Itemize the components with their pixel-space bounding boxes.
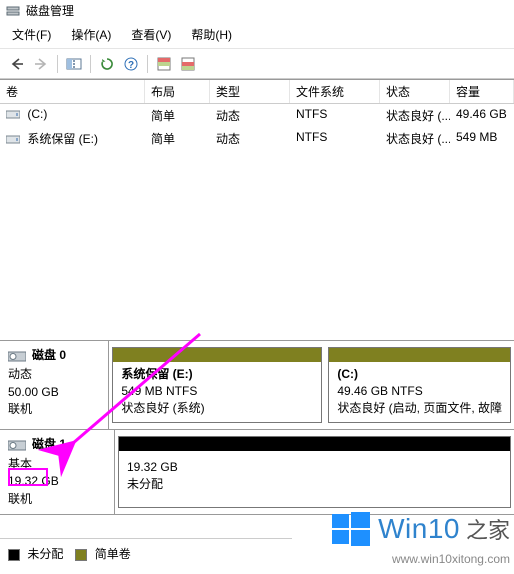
disk-graphic-area: 磁盘 0 动态 50.00 GB 联机 系统保留 (E:) 549 MB NTF… xyxy=(0,340,514,515)
volume-name: (C:) xyxy=(27,107,47,121)
watermark-url: www.win10xitong.com xyxy=(330,552,510,566)
refresh-button[interactable] xyxy=(96,53,118,74)
partition-stripe xyxy=(113,348,321,362)
legend-item: 未分配 xyxy=(8,545,63,562)
view-top-button[interactable] xyxy=(153,53,175,74)
volume-list: (C:) 简单 动态 NTFS 状态良好 (... 49.46 GB 系统保留 … xyxy=(0,104,514,340)
disk-mgmt-icon xyxy=(6,4,20,18)
disk-partitions: 19.32 GB 未分配 xyxy=(115,430,514,514)
drive-icon xyxy=(6,134,20,146)
back-button[interactable] xyxy=(6,53,28,74)
disk-size: 19.32 GB xyxy=(8,473,106,490)
partition-state: 未分配 xyxy=(127,476,502,493)
windows-logo-icon xyxy=(330,508,372,550)
disk-status: 联机 xyxy=(8,401,100,418)
disk-row: 磁盘 1 基本 19.32 GB 联机 19.32 GB 未分配 xyxy=(0,430,514,515)
disk-status: 联机 xyxy=(8,491,106,508)
svg-text:?: ? xyxy=(128,60,134,71)
legend: 未分配 简单卷 xyxy=(0,538,292,568)
toolbar-sep xyxy=(147,55,148,73)
watermark: Win10 之家 www.win10xitong.com xyxy=(330,508,510,566)
disk-info[interactable]: 磁盘 0 动态 50.00 GB 联机 xyxy=(0,341,109,429)
disk-label: 磁盘 1 xyxy=(32,436,66,453)
volume-cap: 549 MB xyxy=(450,127,514,150)
volume-cap: 49.46 GB xyxy=(450,104,514,127)
disk-size: 50.00 GB xyxy=(8,384,100,401)
volume-row[interactable]: 系统保留 (E:) 简单 动态 NTFS 状态良好 (... 549 MB xyxy=(0,127,514,150)
col-type[interactable]: 类型 xyxy=(210,80,290,103)
volume-fs: NTFS xyxy=(290,127,380,150)
watermark-text-1: Win10 xyxy=(378,513,460,545)
partition[interactable]: 系统保留 (E:) 549 MB NTFS 状态良好 (系统) xyxy=(112,347,322,423)
volume-row[interactable]: (C:) 简单 动态 NTFS 状态良好 (... 49.46 GB xyxy=(0,104,514,127)
partition-size: 49.46 GB NTFS xyxy=(337,383,502,400)
view-bottom-button[interactable] xyxy=(177,53,199,74)
disk-info[interactable]: 磁盘 1 基本 19.32 GB 联机 xyxy=(0,430,115,514)
disk-label: 磁盘 0 xyxy=(32,347,66,364)
partition-title: 系统保留 (E:) xyxy=(121,367,192,381)
legend-label: 未分配 xyxy=(27,547,63,561)
volume-state: 状态良好 (... xyxy=(380,104,450,127)
show-console-tree-button[interactable] xyxy=(63,53,85,74)
volume-type: 动态 xyxy=(210,104,290,127)
partition-size: 19.32 GB xyxy=(127,459,502,476)
swatch-unalloc xyxy=(8,549,20,561)
disk-type: 动态 xyxy=(8,366,100,383)
titlebar: 磁盘管理 xyxy=(0,0,514,23)
legend-item: 简单卷 xyxy=(75,545,130,562)
menu-help[interactable]: 帮助(H) xyxy=(187,25,236,44)
menubar: 文件(F) 操作(A) 查看(V) 帮助(H) xyxy=(0,23,514,48)
partition-unalloc[interactable]: 19.32 GB 未分配 xyxy=(118,436,511,508)
volume-list-empty xyxy=(0,150,514,340)
menu-file[interactable]: 文件(F) xyxy=(8,25,55,44)
volume-state: 状态良好 (... xyxy=(380,127,450,150)
partition-stripe xyxy=(329,348,510,362)
toolbar-sep xyxy=(90,55,91,73)
toolbar: ? xyxy=(0,48,514,79)
partition-state: 状态良好 (系统) xyxy=(121,400,313,417)
toolbar-sep xyxy=(57,55,58,73)
hdd-icon xyxy=(8,438,26,452)
legend-label: 简单卷 xyxy=(95,547,131,561)
volume-name: 系统保留 (E:) xyxy=(27,132,98,146)
volume-type: 动态 xyxy=(210,127,290,150)
col-state[interactable]: 状态 xyxy=(380,80,450,103)
partition-state: 状态良好 (启动, 页面文件, 故障 xyxy=(337,400,502,417)
swatch-simple xyxy=(75,549,87,561)
disk-type: 基本 xyxy=(8,456,106,473)
disk-partitions: 系统保留 (E:) 549 MB NTFS 状态良好 (系统) (C:) 49.… xyxy=(109,341,514,429)
volume-fs: NTFS xyxy=(290,104,380,127)
volume-layout: 简单 xyxy=(145,104,210,127)
disk-row: 磁盘 0 动态 50.00 GB 联机 系统保留 (E:) 549 MB NTF… xyxy=(0,341,514,430)
menu-view[interactable]: 查看(V) xyxy=(127,25,175,44)
col-volume[interactable]: 卷 xyxy=(0,80,145,103)
volume-list-header: 卷 布局 类型 文件系统 状态 容量 xyxy=(0,79,514,104)
forward-button[interactable] xyxy=(30,53,52,74)
col-layout[interactable]: 布局 xyxy=(145,80,210,103)
col-capacity[interactable]: 容量 xyxy=(450,80,514,103)
hdd-icon xyxy=(8,349,26,363)
menu-action[interactable]: 操作(A) xyxy=(67,25,115,44)
partition-size: 549 MB NTFS xyxy=(121,383,313,400)
partition[interactable]: (C:) 49.46 GB NTFS 状态良好 (启动, 页面文件, 故障 xyxy=(328,347,511,423)
partition-stripe xyxy=(119,437,510,451)
col-filesystem[interactable]: 文件系统 xyxy=(290,80,380,103)
volume-layout: 简单 xyxy=(145,127,210,150)
help-button[interactable]: ? xyxy=(120,53,142,74)
watermark-text-2: 之家 xyxy=(466,513,510,545)
partition-title: (C:) xyxy=(337,367,358,381)
drive-icon xyxy=(6,109,20,121)
window-title: 磁盘管理 xyxy=(26,2,74,19)
